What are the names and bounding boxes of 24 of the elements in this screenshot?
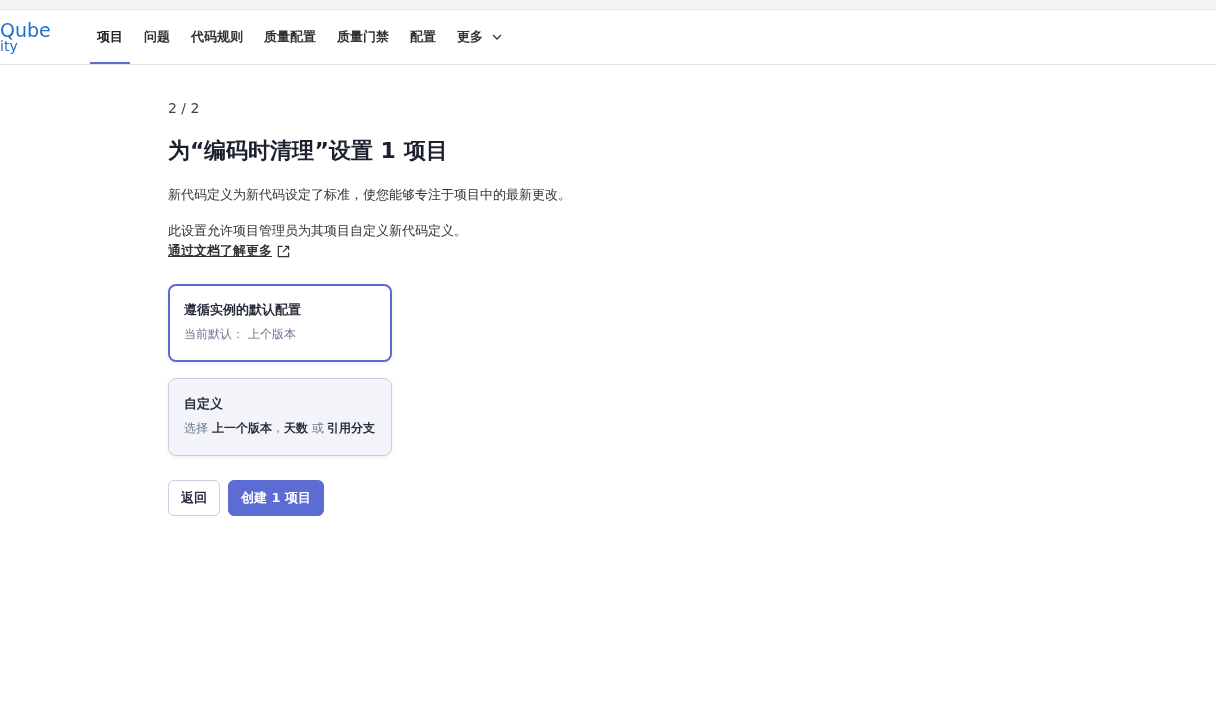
option-card[interactable]: 遵循实例的默认配置 当前默认： 上个版本: [168, 284, 392, 362]
docs-link[interactable]: 通过文档了解更多: [168, 242, 290, 260]
description-text: 新代码定义为新代码设定了标准，使您能够专注于项目中的最新更改。: [168, 186, 572, 204]
nav-tab[interactable]: 质量配置: [257, 10, 323, 64]
nav-tab[interactable]: 配置: [403, 10, 443, 64]
option-detail: 当前默认： 上个版本: [184, 326, 297, 342]
nav-tab[interactable]: 项目: [90, 10, 130, 64]
option-title: 遵循实例的默认配置: [184, 301, 302, 319]
create-button[interactable]: 创建 1 项目: [228, 480, 325, 516]
external-link-icon: [277, 244, 290, 258]
back-button[interactable]: 返回: [168, 480, 220, 516]
note-text: 此设置允许项目管理员为其项目自定义新代码定义。: [168, 222, 468, 240]
page-title: 为“编码时清理”设置 1 项目: [168, 137, 449, 165]
nav-tab[interactable]: 问题: [137, 10, 177, 64]
chevron-down-icon: [492, 34, 502, 40]
step-counter: 2 / 2: [168, 99, 201, 118]
logo-text[interactable]: Qube: [0, 21, 51, 40]
nav-tab[interactable]: 更多: [450, 10, 509, 64]
nav-tab[interactable]: 代码规则: [184, 10, 250, 64]
option-title: 自定义: [184, 395, 224, 413]
nav-tab[interactable]: 质量门禁: [330, 10, 396, 64]
option-detail: 选择 上一个版本，天数 或 引用分支: [184, 420, 376, 436]
logo-subtitle: ity: [0, 39, 18, 53]
option-card[interactable]: 自定义 选择 上一个版本，天数 或 引用分支: [168, 378, 392, 456]
